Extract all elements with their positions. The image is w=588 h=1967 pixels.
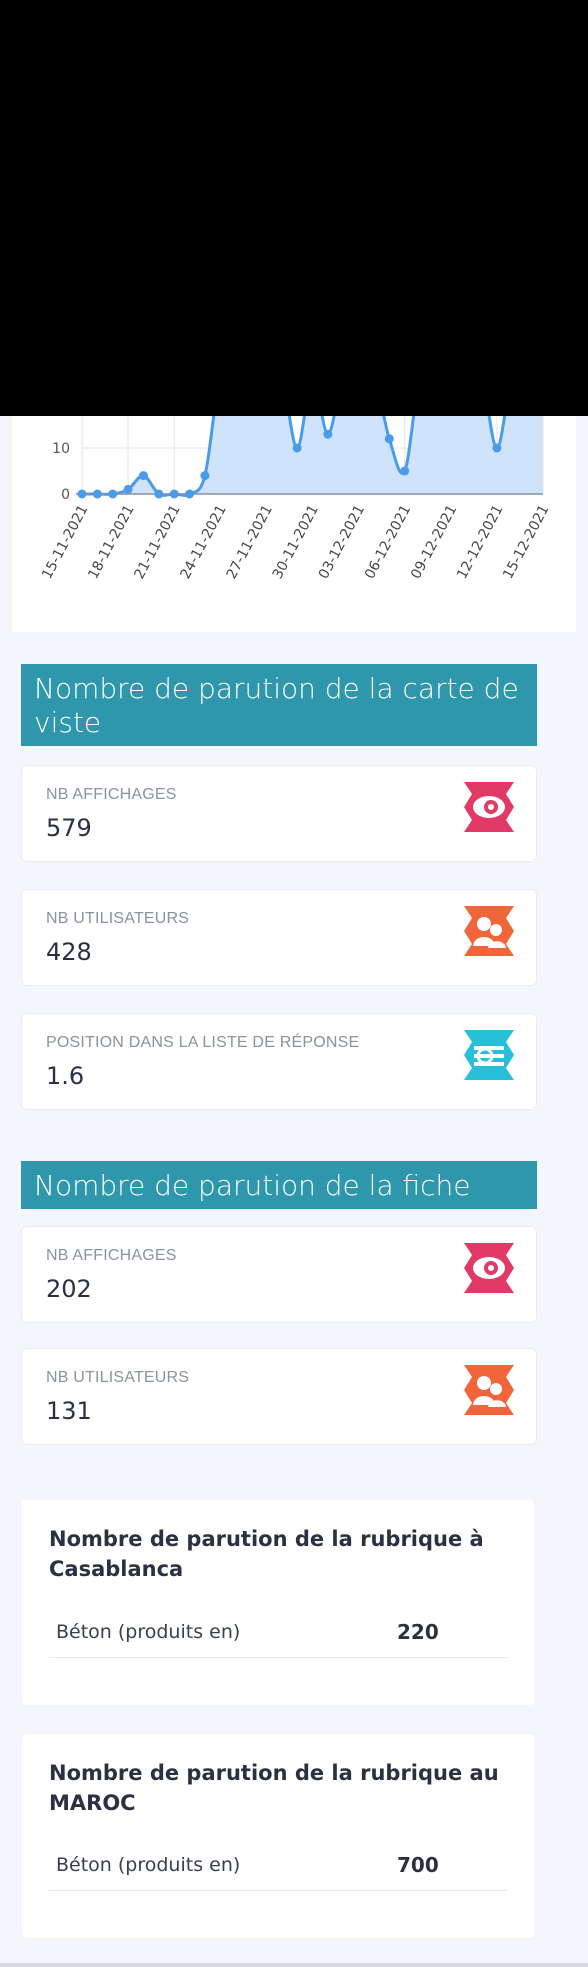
eye-icon (464, 1243, 514, 1293)
data-point[interactable] (92, 489, 102, 499)
data-point[interactable] (384, 434, 394, 444)
x-tick-label: 15-11-2021 (39, 502, 91, 581)
data-point[interactable] (200, 471, 210, 481)
x-tick-label: 21-11-2021 (131, 502, 183, 581)
section-title-carte: Nombre de parution de la carte de viste (21, 664, 537, 746)
data-point[interactable] (154, 489, 164, 499)
stat-value: 202 (46, 1275, 92, 1303)
x-tick-label: 15-12-2021 (500, 502, 552, 581)
stat-card-affichages: NB AFFICHAGES 579 (21, 765, 537, 862)
rubrique-count: 700 (397, 1853, 439, 1877)
rubrique-maroc-card: Nombre de parution de la rubrique au MAR… (22, 1734, 534, 1938)
data-point[interactable] (123, 484, 133, 494)
data-point[interactable] (138, 471, 148, 481)
redacted-header-area (0, 0, 588, 416)
stat-card-fiche-affichages: NB AFFICHAGES 202 (21, 1226, 537, 1323)
stat-label: NB AFFICHAGES (46, 786, 177, 803)
rubrique-name: Béton (produits en) (56, 1621, 241, 1643)
stat-label: POSITION DANS LA LISTE DE RÉPONSE (46, 1034, 360, 1051)
section-title-fiche: Nombre de parution de la fiche (21, 1161, 537, 1209)
data-point[interactable] (323, 429, 333, 439)
stat-label: NB UTILISATEURS (46, 1369, 190, 1386)
x-tick-label: 30-11-2021 (270, 502, 322, 581)
x-tick-label: 24-11-2021 (178, 502, 230, 581)
users-icon (464, 1365, 514, 1415)
y-tick-label: 10 (52, 441, 70, 457)
bottom-divider (0, 1963, 588, 1967)
data-point[interactable] (77, 489, 87, 499)
data-point[interactable] (185, 489, 195, 499)
stat-value: 131 (46, 1397, 92, 1425)
x-tick-label: 12-12-2021 (454, 502, 506, 581)
x-tick-label: 09-12-2021 (408, 502, 460, 581)
y-tick-label: 0 (61, 487, 70, 503)
rubrique-casablanca-card: Nombre de parution de la rubrique à Casa… (22, 1500, 534, 1705)
visits-chart-card: 0 10 15-11-2021 18-11-2021 21-11-2021 24-11-2… (12, 416, 576, 632)
users-icon (464, 906, 514, 956)
rubrique-count: 220 (397, 1620, 439, 1644)
data-point[interactable] (400, 466, 410, 476)
eye-icon (464, 782, 514, 832)
stat-label: NB AFFICHAGES (46, 1247, 177, 1264)
stat-value: 1.6 (46, 1062, 85, 1090)
stat-card-fiche-utilisateurs: NB UTILISATEURS 131 (21, 1348, 537, 1445)
x-tick-label: 27-11-2021 (224, 502, 276, 581)
stat-value: 579 (46, 814, 92, 842)
data-point[interactable] (108, 489, 118, 499)
data-point[interactable] (292, 443, 302, 453)
rubrique-casablanca-title: Nombre de parution de la rubrique à Casa… (49, 1527, 484, 1581)
stat-card-utilisateurs: NB UTILISATEURS 428 (21, 889, 537, 986)
stat-value: 428 (46, 938, 92, 966)
data-point[interactable] (169, 489, 179, 499)
table-row: Béton (produits en) 220 (49, 1609, 507, 1658)
x-tick-label: 18-11-2021 (85, 502, 137, 581)
data-point[interactable] (492, 443, 502, 453)
rubrique-maroc-title: Nombre de parution de la rubrique au MAR… (49, 1761, 499, 1815)
table-row: Béton (produits en) 700 (49, 1842, 507, 1891)
rubrique-name: Béton (produits en) (56, 1854, 241, 1876)
stat-card-position: POSITION DANS LA LISTE DE RÉPONSE 1.6 (21, 1013, 537, 1110)
stat-label: NB UTILISATEURS (46, 910, 190, 927)
visits-area-chart: 0 10 15-11-202118-11-202121-11-202124-11-2… (39, 416, 553, 582)
x-tick-label: 06-12-2021 (362, 502, 414, 581)
list-position-icon (464, 1030, 514, 1080)
x-tick-label: 03-12-2021 (316, 502, 368, 581)
